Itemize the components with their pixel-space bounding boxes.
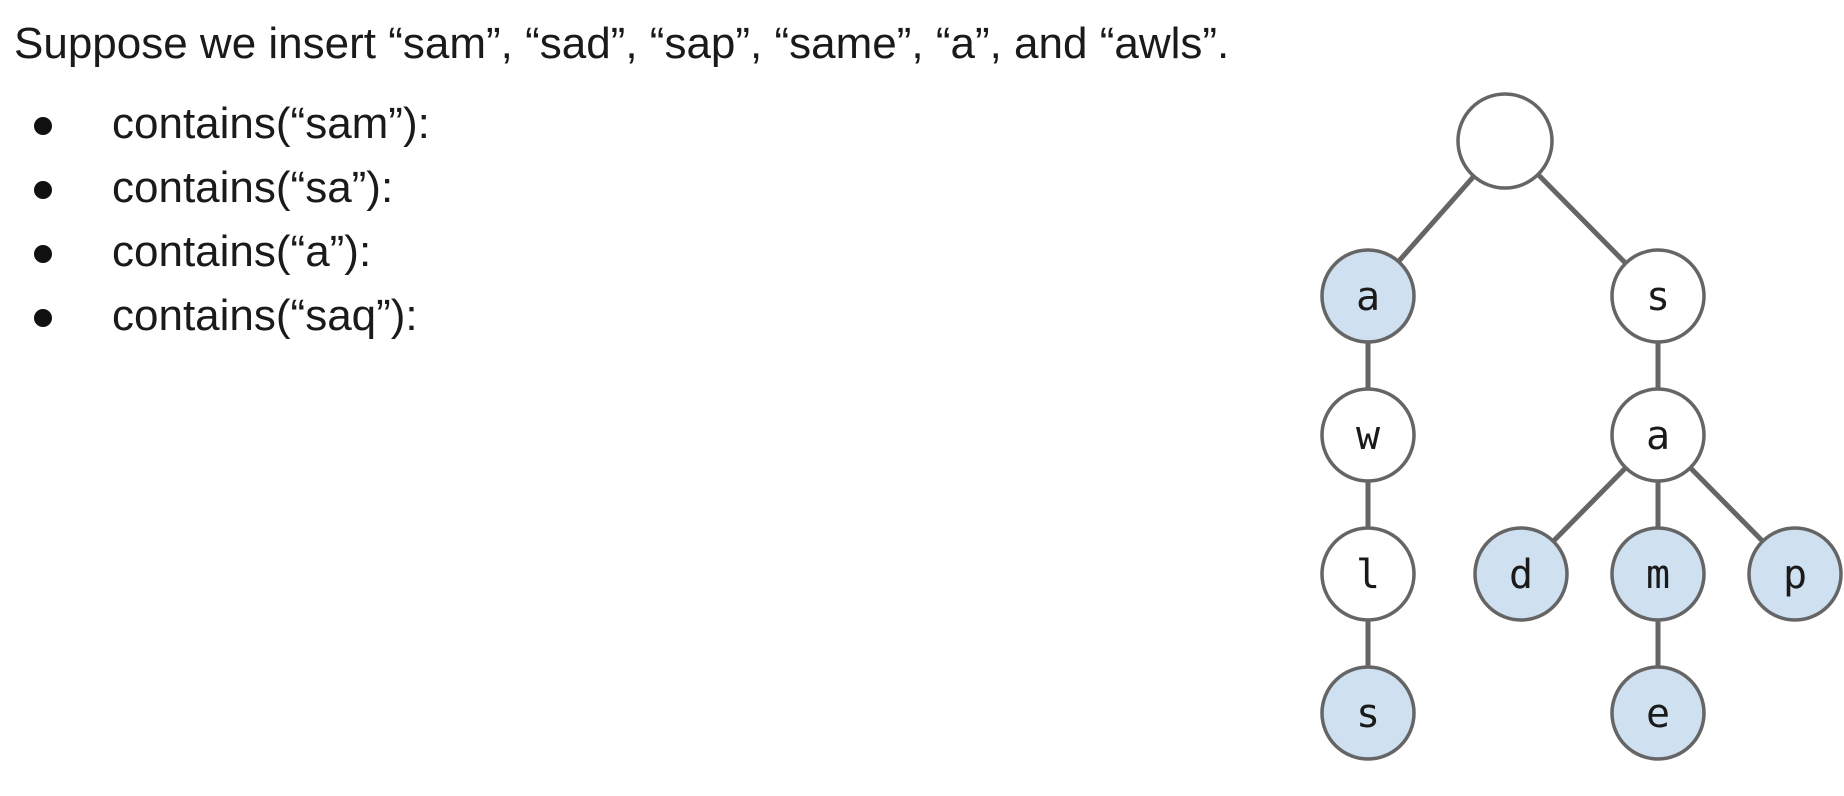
query-text: contains(“a”): bbox=[112, 227, 372, 276]
node-label: l bbox=[1356, 552, 1380, 598]
node-circle bbox=[1456, 92, 1554, 190]
node-label: w bbox=[1356, 413, 1381, 459]
edge-layer bbox=[1365, 139, 1797, 713]
trie-node: d bbox=[1473, 526, 1569, 622]
bullet-icon bbox=[34, 245, 52, 263]
trie-node: w bbox=[1320, 387, 1416, 483]
trie-node: a bbox=[1320, 248, 1416, 344]
problem-statement: Suppose we insert “sam”, “sad”, “sap”, “… bbox=[14, 19, 1230, 68]
trie-node: m bbox=[1610, 526, 1706, 622]
bullet-icon bbox=[34, 309, 52, 327]
bullet-icon bbox=[34, 181, 52, 199]
trie-node: s bbox=[1320, 665, 1416, 761]
trie-node: a bbox=[1610, 387, 1706, 483]
node-label: p bbox=[1783, 552, 1807, 598]
node-label: e bbox=[1646, 691, 1670, 737]
trie-node: p bbox=[1747, 526, 1843, 622]
node-label: a bbox=[1646, 413, 1670, 459]
node-label: a bbox=[1356, 274, 1380, 320]
bullet-icon bbox=[34, 117, 52, 135]
trie-node: s bbox=[1610, 248, 1706, 344]
query-text: contains(“saq”): bbox=[112, 291, 418, 340]
node-label: s bbox=[1356, 691, 1380, 737]
node-label: d bbox=[1509, 552, 1533, 598]
trie-node: l bbox=[1320, 526, 1416, 622]
node-label: s bbox=[1646, 274, 1670, 320]
trie-root-node bbox=[1456, 92, 1554, 190]
node-label: m bbox=[1646, 552, 1670, 598]
query-text: contains(“sa”): bbox=[112, 163, 394, 212]
node-layer: a w l s s a d m e p bbox=[1320, 92, 1843, 761]
query-text: contains(“sam”): bbox=[112, 99, 430, 148]
trie-diagram: a w l s s a d m e p bbox=[1320, 92, 1843, 761]
trie-node: e bbox=[1610, 665, 1706, 761]
